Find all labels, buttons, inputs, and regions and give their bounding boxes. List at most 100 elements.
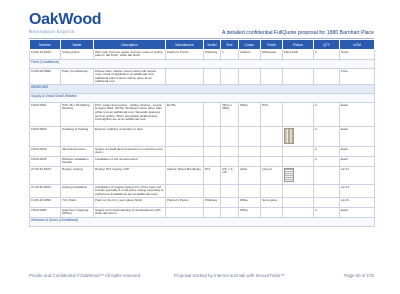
- table-cell: PLT: [203, 166, 221, 186]
- table-cell: 2: [313, 156, 340, 168]
- table-cell: [220, 207, 239, 219]
- table-row: 27.00.50.6023 Casing Installation Installa…: [29, 184, 375, 199]
- header-manufacture: Manufacture: [165, 39, 204, 50]
- table-cell: 18.00.0001: [29, 102, 61, 128]
- table-cell: [220, 126, 239, 148]
- table-cell: 10.06.06.6080: [29, 67, 61, 86]
- table-cell: [165, 126, 204, 148]
- table-cell: Painter's Points: [165, 49, 204, 60]
- table-cell: [282, 166, 314, 186]
- table-cell: Exterior caulking of window or door: [93, 126, 166, 148]
- table-cell: 3/4" x 3-1/2": [220, 166, 239, 186]
- table-cell: [282, 156, 314, 168]
- table-cell: Lin.Ft.: [339, 197, 375, 209]
- table-cell: 27.00.20.6023: [29, 166, 61, 186]
- table-cell: Whitecoat: [260, 49, 283, 60]
- table-cell: Pittsburg: [203, 197, 221, 209]
- quote-table: Number Name Description Manufacture Mode…: [29, 39, 375, 228]
- document-page: OakWood Renovation Experts A detailed co…: [0, 0, 400, 294]
- table-cell: [260, 67, 283, 86]
- table-cell: 27.00.50.6023: [29, 184, 61, 199]
- table-cell: [203, 67, 221, 86]
- table-cell: Price: [339, 67, 375, 86]
- table-cell: [238, 67, 261, 86]
- table-cell: 2: [313, 49, 340, 60]
- table-cell: [260, 156, 283, 168]
- table-cell: Installation of the window listed: [93, 156, 166, 168]
- table-cell: Gallons: [238, 49, 261, 60]
- header-picture: Picture: [282, 39, 314, 50]
- table-cell: [260, 184, 283, 199]
- table-cell: [238, 184, 261, 199]
- section-label: Windows & Doors (Conditional): [29, 217, 375, 228]
- table-cell: Installation of regular casing trim. Pri…: [93, 184, 166, 199]
- table-cell: [313, 197, 340, 209]
- table-header-row: Number Name Description Manufacture Mode…: [29, 39, 375, 50]
- table-cell: Each: [339, 102, 375, 128]
- table-row: 10.06.10.3050 Trim Paint Paint on the trim…: [29, 197, 375, 209]
- table-cell: 18.00.0020: [29, 126, 61, 148]
- table-cell: 18.00.0035: [29, 156, 61, 168]
- table-cell: [313, 166, 340, 186]
- table-cell: Aluminum Capping (White): [60, 207, 94, 219]
- table-cell: [203, 207, 221, 219]
- table-cell: White: [238, 197, 261, 209]
- table-cell: [260, 207, 283, 219]
- table-row: 18.00.0020 Caulking & Sealing Exterior cau…: [29, 126, 375, 148]
- table-cell: 1: [220, 49, 239, 60]
- document-title: A detailed confidential FullQuote propos…: [222, 30, 374, 36]
- table-cell: [203, 126, 221, 148]
- table-cell: Supply and install capping of window/doo…: [93, 207, 166, 219]
- table-row: 10.06.06.6080 Paint (Conditional) Please N…: [29, 67, 375, 86]
- table-cell: Each: [339, 207, 375, 219]
- table-cell: Window Installation (Small): [60, 156, 94, 168]
- product-photo: [284, 127, 294, 144]
- table-cell: [282, 146, 314, 158]
- table-cell: ELITE: [165, 102, 204, 128]
- table-cell: [165, 207, 204, 219]
- table-row: 27.00.20.6023 Hopper Casing Hopper PLT Cas…: [29, 166, 375, 186]
- table-cell: [220, 156, 239, 168]
- table-cell: Hopper PLT Casing, FJP: [93, 166, 166, 186]
- header-uom: UOM: [339, 39, 375, 50]
- table-cell: Trim Paint: [60, 197, 94, 209]
- product-photo: [284, 167, 294, 182]
- header-colour: Colour: [238, 39, 261, 50]
- section-label: Paint (Conditional): [29, 59, 375, 69]
- table-cell: 18.00.0030: [29, 146, 61, 158]
- table-cell: 35(w) x 35(h): [220, 102, 239, 128]
- table-cell: [220, 197, 239, 209]
- table-cell: [203, 184, 221, 199]
- table-cell: Each: [339, 146, 375, 158]
- table-row: 18.00.0030 Jamb Extensions Supply & instal…: [29, 146, 375, 158]
- table-cell: 10.06.10.3050: [29, 197, 61, 209]
- table-cell: Each: [339, 156, 375, 168]
- table-cell: 10.06.10.6023: [29, 49, 61, 60]
- footer-page-number: Page 50 of 175: [344, 273, 374, 278]
- table-row: 10.06.10.6023 Ceiling Paint Wet coat of pr…: [29, 49, 375, 60]
- table-cell: Ceiling Paint: [60, 49, 94, 60]
- table-cell: [282, 197, 314, 209]
- table-cell: primed: [260, 166, 283, 186]
- table-cell: Jamb Extensions: [60, 146, 94, 158]
- table-cell: [260, 146, 283, 158]
- table-cell: [282, 102, 314, 128]
- table-cell: 2: [313, 126, 340, 148]
- table-cell: Wet coat of primer sealer and two coats …: [93, 49, 166, 60]
- table-cell: 2: [313, 102, 340, 128]
- table-cell: [203, 146, 221, 158]
- table-cell: [165, 184, 204, 199]
- table-cell: [220, 146, 239, 158]
- table-cell: Pittsburg: [203, 49, 221, 60]
- table-cell: Classic Wood Mouldings: [165, 166, 204, 186]
- table-cell: 2: [313, 146, 340, 158]
- table-cell: [220, 184, 239, 199]
- table-cell: white: [238, 166, 261, 186]
- table-cell: PVC: [260, 102, 283, 128]
- company-logo: OakWood Renovation Experts: [29, 12, 102, 35]
- table-cell: 2: [313, 207, 340, 219]
- table-cell: Supply & install jamb extensions on wind…: [93, 146, 166, 158]
- table-row: 18.00.0050 Aluminum Capping (White) Supply…: [29, 207, 375, 219]
- table-cell: [313, 184, 340, 199]
- table-cell: [238, 126, 261, 148]
